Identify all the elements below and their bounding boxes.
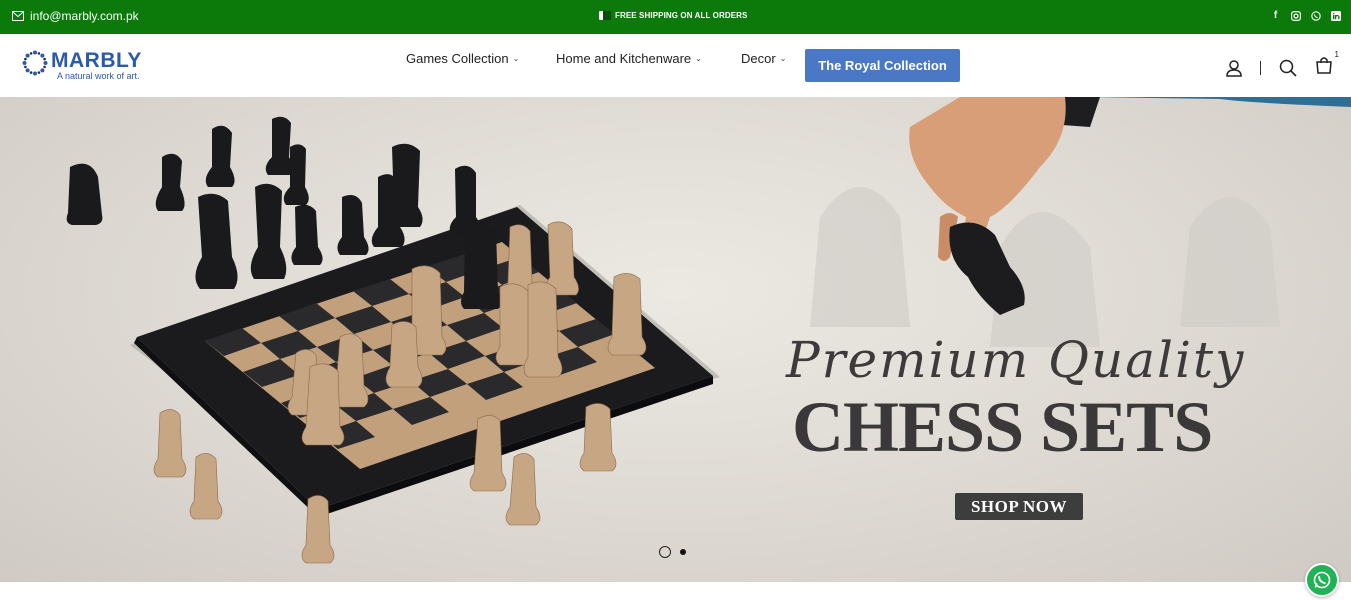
slide-dot-active[interactable] [659,546,671,558]
royal-collection-button[interactable]: The Royal Collection [805,49,960,82]
site-header: MARBLY A natural work of art. Games Coll… [0,34,1351,97]
social-links: f [1270,10,1341,21]
slider-pagination [659,546,686,558]
whatsapp-icon [1313,571,1331,589]
facebook-icon[interactable]: f [1270,10,1281,21]
contact-email-text: info@marbly.com.pk [30,9,139,23]
slide-dot[interactable] [680,549,686,555]
linkedin-icon[interactable] [1330,10,1341,21]
hero-script-text: Premium Quality [786,331,1246,389]
whatsapp-icon[interactable] [1310,10,1321,21]
nav-item-label: Home and Kitchenware [556,50,692,66]
hero-banner[interactable]: Premium Quality CHESS SETS SHOP NOW [0,97,1351,582]
cart-button[interactable]: 1 [1315,50,1339,79]
chevron-down-icon: ⌄ [695,53,702,63]
whatsapp-chat-button[interactable] [1305,563,1339,597]
nav-decor[interactable]: Decor ⌄ [741,51,786,66]
nav-games-collection[interactable]: Games Collection ⌄ [406,51,519,66]
instagram-icon[interactable] [1290,10,1301,21]
pakistan-flag-icon [599,11,611,20]
logo-tagline: A natural work of art. [57,71,140,81]
chevron-down-icon: ⌄ [512,53,520,63]
cart-icon [1316,57,1332,74]
nav-item-label: Games Collection [406,50,509,66]
header-actions: 1 [1225,50,1339,79]
nav-home-kitchenware[interactable]: Home and Kitchenware ⌄ [556,51,702,66]
top-bar: info@marbly.com.pk FREE SHIPPING ON ALL … [0,0,1351,34]
search-icon[interactable] [1279,59,1297,77]
shipping-promo: FREE SHIPPING ON ALL ORDERS [599,11,748,20]
mail-icon [12,11,24,21]
chevron-down-icon: ⌄ [779,53,787,63]
logo-mark-icon [22,50,48,76]
cart-count-badge: 1 [1334,50,1339,59]
shipping-promo-text: FREE SHIPPING ON ALL ORDERS [615,11,748,20]
shop-now-button[interactable]: SHOP NOW [955,493,1083,520]
contact-email[interactable]: info@marbly.com.pk [12,9,139,23]
account-icon[interactable] [1225,59,1243,77]
logo-wordmark: MARBLY [51,49,142,72]
header-divider [1260,60,1261,75]
hero-headline: CHESS SETS [792,387,1213,467]
nav-item-label: Decor [741,50,776,66]
